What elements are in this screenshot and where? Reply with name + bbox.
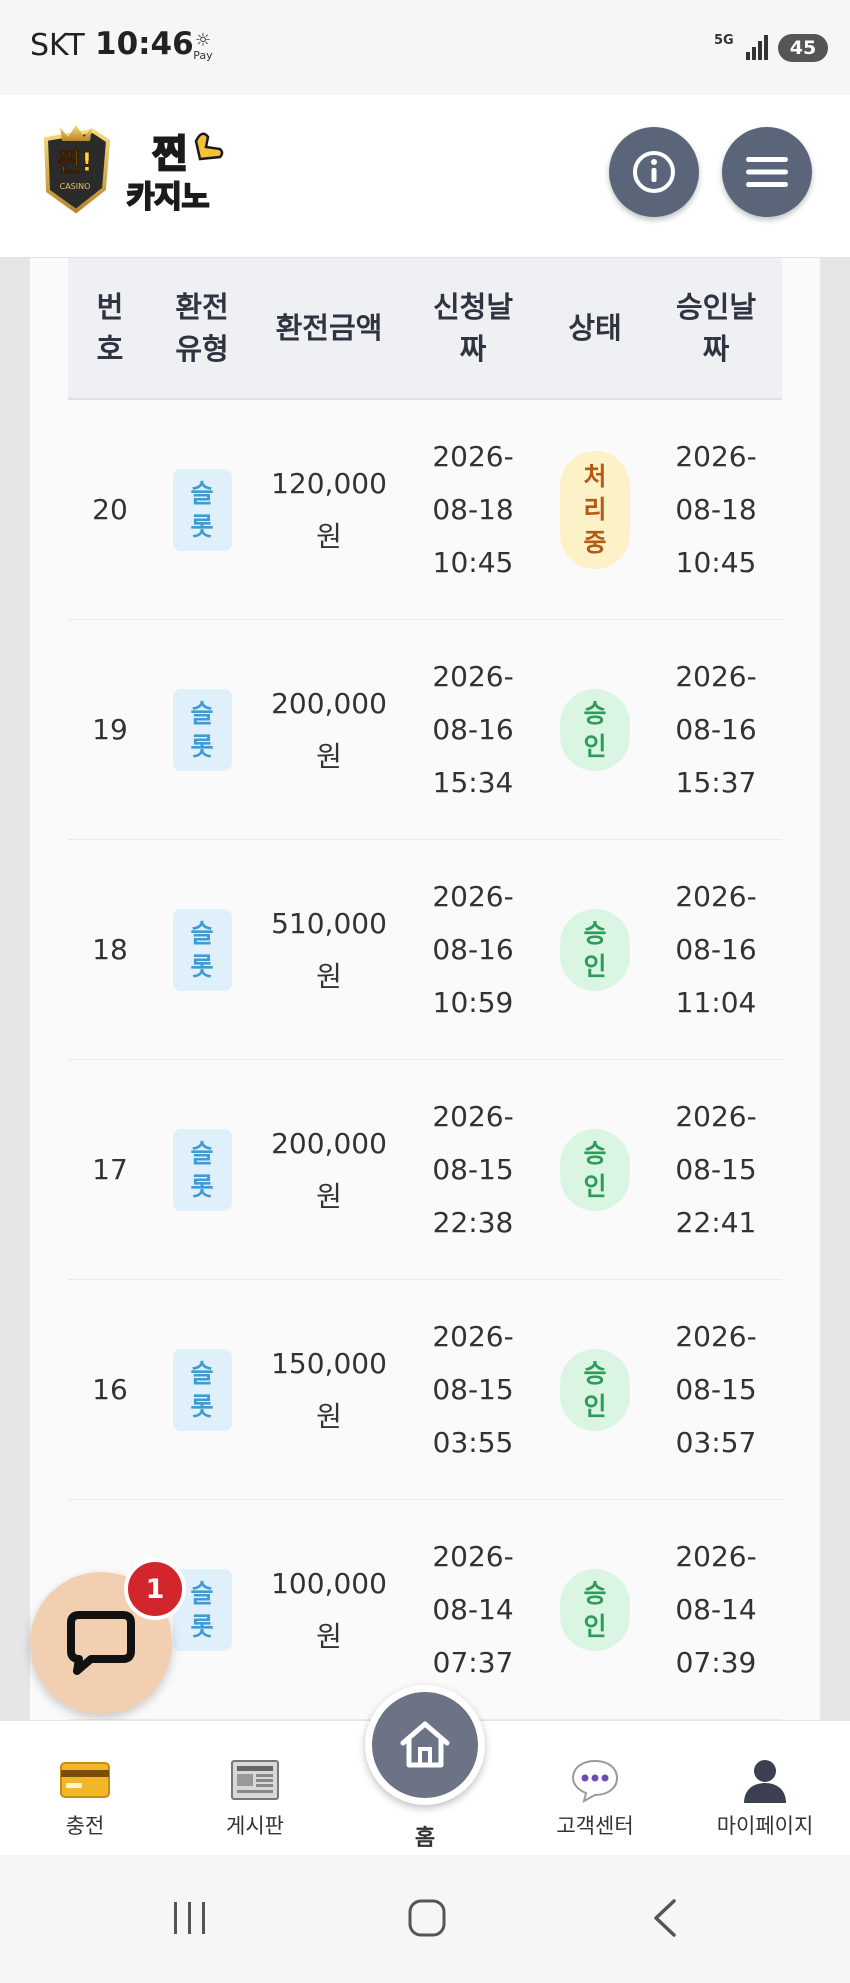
exchange-type-badge: 슬 롯 xyxy=(172,1128,232,1211)
row-number: 20 xyxy=(92,493,128,526)
row-number: 19 xyxy=(92,713,128,746)
system-home-button[interactable] xyxy=(387,1883,467,1953)
exchange-type-badge: 슬 롯 xyxy=(172,1348,232,1431)
nav-charge-label: 충전 xyxy=(65,1814,105,1838)
chat-notification-badge: 1 xyxy=(124,1558,186,1620)
signal-icon xyxy=(746,35,768,60)
header-amount: 환전금액 xyxy=(275,311,383,345)
back-button[interactable] xyxy=(625,1883,705,1953)
nav-home-label: 홈 xyxy=(414,1826,436,1851)
row-number: 17 xyxy=(92,1153,128,1186)
row-number: 16 xyxy=(92,1373,128,1406)
nav-customer-center[interactable]: 고객센터 xyxy=(510,1721,680,1856)
site-logo[interactable]: 찐! CASINO 찐 카지노 xyxy=(38,119,238,219)
request-date: 2026- 08-18 10:45 xyxy=(432,440,514,579)
approval-date: 2026- 08-18 10:45 xyxy=(675,440,757,579)
home-icon xyxy=(400,1721,450,1768)
exchange-amount: 510,000 원 xyxy=(271,906,387,993)
credit-card-icon xyxy=(60,1762,110,1798)
svg-text:CASINO: CASINO xyxy=(60,182,91,191)
app-header: 찐! CASINO 찐 카지노 xyxy=(0,95,850,258)
recent-apps-button[interactable] xyxy=(150,1883,230,1953)
header-exchange-type: 환전 유형 xyxy=(175,290,229,366)
exchange-amount: 100,000 원 xyxy=(271,1566,387,1653)
home-button[interactable] xyxy=(365,1685,485,1805)
clock: 10:46 xyxy=(95,26,194,62)
request-date: 2026- 08-16 15:34 xyxy=(432,660,514,799)
request-date: 2026- 08-15 22:38 xyxy=(432,1100,514,1239)
table-row: 17 슬 롯 200,000 원 2026- 08-15 22:38 승 인 2… xyxy=(68,1060,782,1280)
header-approval-date: 승인날 짜 xyxy=(675,290,757,366)
table-row: 20 슬 롯 120,000 원 2026- 08-18 10:45 처 리 중… xyxy=(68,400,782,620)
system-home-icon xyxy=(408,1899,446,1937)
recent-apps-icon xyxy=(174,1902,205,1934)
nav-charge[interactable]: 충전 xyxy=(0,1721,170,1856)
approval-date: 2026- 08-15 22:41 xyxy=(675,1100,757,1239)
back-icon xyxy=(654,1899,676,1937)
pay-icon: ☼ Pay xyxy=(188,32,218,62)
nav-customer-center-label: 고객센터 xyxy=(556,1814,634,1838)
approval-date: 2026- 08-15 03:57 xyxy=(675,1320,757,1459)
system-navigation-bar xyxy=(0,1855,850,1983)
header-status: 상태 xyxy=(568,311,622,345)
user-icon xyxy=(744,1760,786,1803)
carrier-name: SKT xyxy=(30,28,85,63)
exchange-type-badge: 슬 롯 xyxy=(172,688,232,771)
svg-text:찐!: 찐! xyxy=(57,148,93,178)
menu-button[interactable] xyxy=(722,127,812,217)
exchange-amount: 150,000 원 xyxy=(271,1346,387,1433)
table-header: 번 호 환전 유형 환전금액 신청날 짜 상태 승인날 짜 xyxy=(68,258,782,400)
battery-indicator: 45 xyxy=(778,34,828,62)
table-row: 18 슬 롯 510,000 원 2026- 08-16 10:59 승 인 2… xyxy=(68,840,782,1060)
hamburger-menu-icon xyxy=(746,157,788,187)
request-date: 2026- 08-16 10:59 xyxy=(432,880,514,1019)
network-type: 5G xyxy=(714,33,734,48)
status-badge: 승 인 xyxy=(560,1348,630,1431)
speech-bubble-icon xyxy=(571,1759,619,1803)
exchange-type-badge: 슬 롯 xyxy=(172,468,232,551)
approval-date: 2026- 08-14 07:39 xyxy=(675,1540,757,1679)
newspaper-icon xyxy=(231,1760,279,1800)
exchange-history-table: 번 호 환전 유형 환전금액 신청날 짜 상태 승인날 짜 20 슬 롯 120… xyxy=(68,258,782,1720)
nav-board-label: 게시판 xyxy=(226,1814,284,1838)
status-badge: 승 인 xyxy=(560,1128,630,1211)
exchange-amount: 200,000 원 xyxy=(271,686,387,773)
approval-date: 2026- 08-16 15:37 xyxy=(675,660,757,799)
row-number: 18 xyxy=(92,933,128,966)
table-row: 16 슬 롯 150,000 원 2026- 08-15 03:55 승 인 2… xyxy=(68,1280,782,1500)
battery-level: 45 xyxy=(789,37,817,59)
nav-mypage-label: 마이페이지 xyxy=(716,1814,814,1838)
chat-bubble-icon xyxy=(67,1611,135,1675)
svg-text:찐: 찐 xyxy=(153,132,188,176)
approval-date: 2026- 08-16 11:04 xyxy=(675,880,757,1019)
nav-board[interactable]: 게시판 xyxy=(170,1721,340,1856)
request-date: 2026- 08-15 03:55 xyxy=(432,1320,514,1459)
svg-text:카지노: 카지노 xyxy=(127,180,210,215)
exchange-type-badge: 슬 롯 xyxy=(172,908,232,991)
exchange-amount: 200,000 원 xyxy=(271,1126,387,1213)
status-badge: 처 리 중 xyxy=(560,450,630,569)
pay-label: Pay xyxy=(193,49,213,62)
exchange-amount: 120,000 원 xyxy=(271,466,387,553)
status-bar: SKT 10:46 ☼ Pay 5G 45 xyxy=(0,0,850,95)
nav-mypage[interactable]: 마이페이지 xyxy=(680,1721,850,1856)
status-badge: 승 인 xyxy=(560,688,630,771)
header-number: 번 호 xyxy=(96,290,124,366)
header-request-date: 신청날 짜 xyxy=(432,290,514,366)
status-badge: 승 인 xyxy=(560,908,630,991)
info-button[interactable] xyxy=(609,127,699,217)
info-icon xyxy=(633,151,675,193)
table-row: 19 슬 롯 200,000 원 2026- 08-16 15:34 승 인 2… xyxy=(68,620,782,840)
status-badge: 승 인 xyxy=(560,1568,630,1651)
